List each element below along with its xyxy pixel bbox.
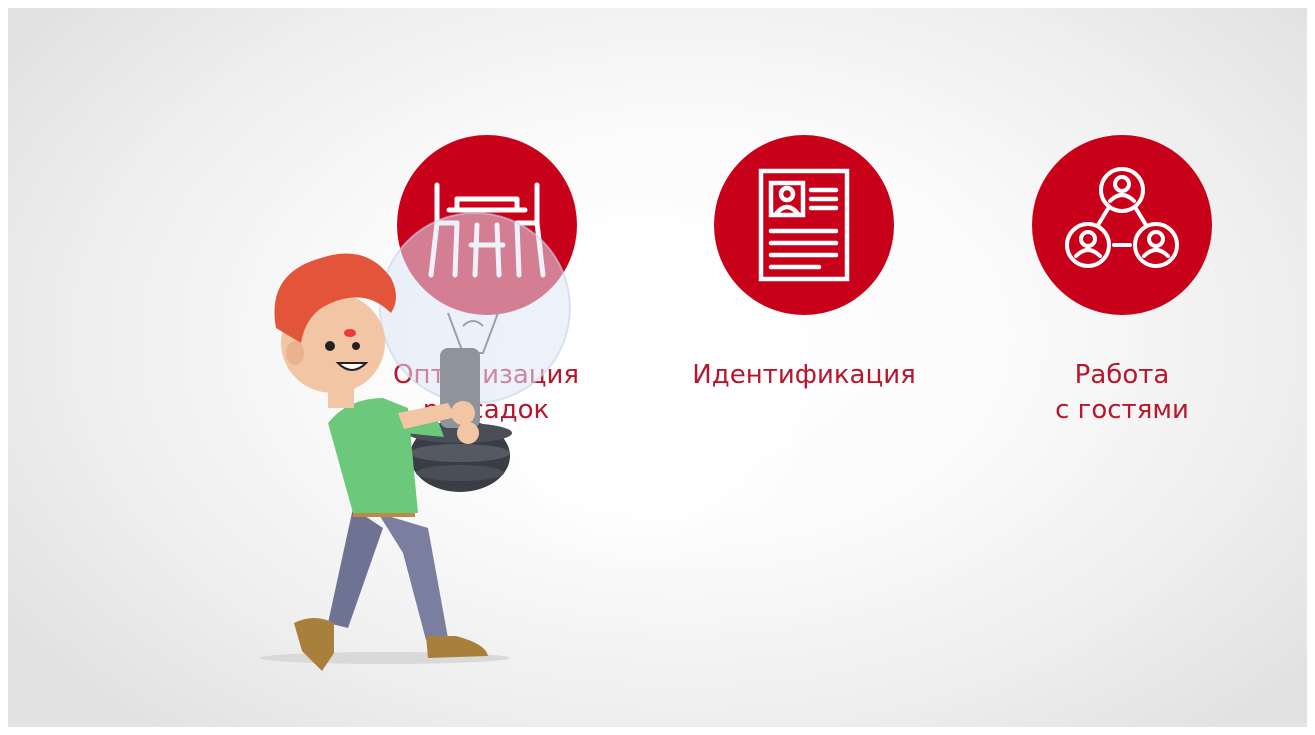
table-chairs-icon: [428, 182, 546, 278]
id-card-icon: [758, 168, 850, 282]
feature-identification-circle: [714, 135, 894, 315]
character-legs: [294, 503, 488, 671]
ground-shadow: [260, 652, 510, 664]
feature-guests-label: Работа с гостями: [1055, 360, 1189, 425]
feature-optimization-label: Оптимизация рассадок: [392, 360, 579, 425]
feature-identification-label: Идентификация: [692, 360, 916, 390]
feature-guests-circle: [1032, 135, 1212, 315]
animation-frame: Оптимизация рассадок Идентификация Работ…: [8, 8, 1307, 727]
people-network-icon: [1065, 167, 1179, 268]
feature-optimization-circle: [397, 135, 577, 315]
